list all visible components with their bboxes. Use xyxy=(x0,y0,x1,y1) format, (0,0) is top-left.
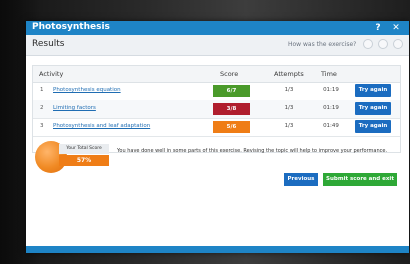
table-header: Activity Score Attempts Time xyxy=(33,66,400,83)
table-row: 1 Photosynthesis equation 6/7 1/3 01:19 … xyxy=(33,82,400,101)
row-number: 2 xyxy=(40,105,44,111)
time-value: 01:19 xyxy=(323,87,339,93)
title-bar: Photosynthesis ? ✕ xyxy=(26,21,409,35)
column-score: Score xyxy=(220,70,239,78)
table-row: 2 Limiting factors 3/8 1/3 01:19 Try aga… xyxy=(33,100,400,119)
smiley-face-icon[interactable] xyxy=(363,39,373,49)
results-table: Activity Score Attempts Time 1 Photosynt… xyxy=(32,65,401,153)
footer-bar xyxy=(26,246,409,253)
time-value: 01:19 xyxy=(323,105,339,111)
submit-score-button[interactable]: Submit score and exit xyxy=(323,173,397,186)
table-row: 3 Photosynthesis and leaf adaptation 5/6… xyxy=(33,118,400,137)
try-again-button[interactable]: Try again xyxy=(355,120,391,133)
column-activity: Activity xyxy=(39,70,64,78)
column-time: Time xyxy=(321,70,337,78)
total-score-box: Your Total Score 57% xyxy=(59,144,109,166)
activity-link[interactable]: Photosynthesis and leaf adaptation xyxy=(53,123,150,129)
section-title: Results xyxy=(32,39,65,49)
row-number: 1 xyxy=(40,87,44,93)
column-attempts: Attempts xyxy=(274,70,304,78)
help-icon[interactable]: ? xyxy=(372,22,384,34)
feedback-text: You have done well in some parts of this… xyxy=(117,148,388,154)
previous-button[interactable]: Previous xyxy=(284,173,318,186)
total-score-value: 57% xyxy=(59,155,109,166)
attempts-value: 1/3 xyxy=(284,123,294,129)
window-title: Photosynthesis xyxy=(32,22,110,32)
score-badge: 5/6 xyxy=(213,121,250,133)
rating-question: How was the exercise? xyxy=(288,41,357,48)
attempts-value: 1/3 xyxy=(284,87,294,93)
results-window: Photosynthesis ? ✕ Results How was the e… xyxy=(26,21,409,253)
sad-face-icon[interactable] xyxy=(393,39,403,49)
close-icon[interactable]: ✕ xyxy=(390,22,402,34)
attempts-value: 1/3 xyxy=(284,105,294,111)
score-badge: 3/8 xyxy=(213,103,250,115)
neutral-face-icon[interactable] xyxy=(378,39,388,49)
time-value: 01:49 xyxy=(323,123,339,129)
activity-link[interactable]: Photosynthesis equation xyxy=(53,87,121,93)
results-header: Results How was the exercise? xyxy=(26,35,409,56)
row-number: 3 xyxy=(40,123,44,129)
total-score-label: Your Total Score xyxy=(59,144,109,154)
activity-link[interactable]: Limiting factors xyxy=(53,105,96,111)
try-again-button[interactable]: Try again xyxy=(355,84,391,97)
score-badge: 6/7 xyxy=(213,85,250,97)
try-again-button[interactable]: Try again xyxy=(355,102,391,115)
